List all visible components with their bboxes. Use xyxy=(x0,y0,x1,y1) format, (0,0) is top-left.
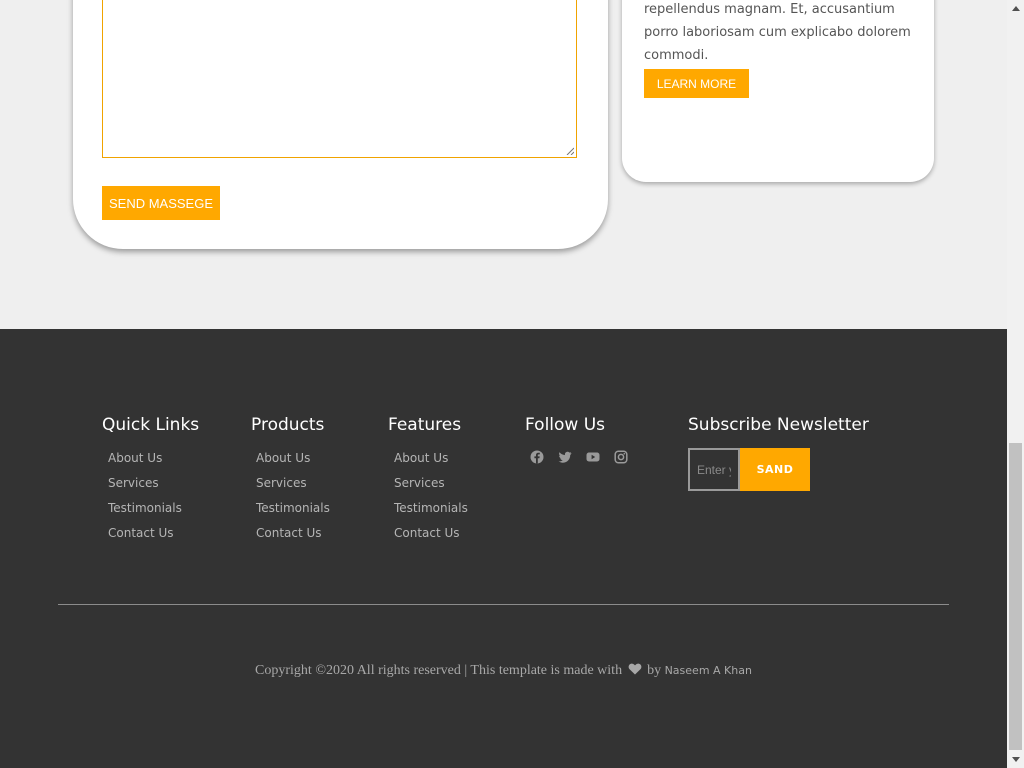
resize-grip-icon[interactable] xyxy=(566,147,574,155)
copyright-by: by xyxy=(647,663,662,678)
products-title: Products xyxy=(251,415,325,435)
quick-link-services[interactable]: Services xyxy=(108,474,182,499)
quick-links-list: About Us Services Testimonials Contact U… xyxy=(108,449,182,549)
products-link-contact[interactable]: Contact Us xyxy=(256,524,330,549)
info-card-text: repellendus magnam. Et, accusantium porr… xyxy=(644,2,911,63)
products-link-testimonials[interactable]: Testimonials xyxy=(256,499,330,524)
contact-form-card: SEND MASSEGE xyxy=(73,0,608,249)
copyright-line: Copyright ©2020 All rights reserved | Th… xyxy=(0,663,1007,679)
features-link-testimonials[interactable]: Testimonials xyxy=(394,499,468,524)
scroll-down-arrow-icon[interactable] xyxy=(1007,751,1024,768)
page: SEND MASSEGE repellendus magnam. Et, acc… xyxy=(0,0,1007,768)
social-links xyxy=(530,450,628,464)
facebook-icon[interactable] xyxy=(530,450,544,464)
scrollbar-thumb[interactable] xyxy=(1009,443,1022,750)
newsletter-submit-button[interactable]: SAND xyxy=(740,448,810,491)
quick-link-about[interactable]: About Us xyxy=(108,449,182,474)
footer: Quick Links About Us Services Testimonia… xyxy=(0,329,1007,768)
features-link-about[interactable]: About Us xyxy=(394,449,468,474)
author-link[interactable]: Naseem A Khan xyxy=(665,664,752,677)
info-card: repellendus magnam. Et, accusantium porr… xyxy=(622,0,934,182)
products-link-about[interactable]: About Us xyxy=(256,449,330,474)
newsletter-title: Subscribe Newsletter xyxy=(688,415,869,435)
products-list: About Us Services Testimonials Contact U… xyxy=(256,449,330,549)
twitter-icon[interactable] xyxy=(558,450,572,464)
heart-icon xyxy=(628,663,641,675)
features-link-services[interactable]: Services xyxy=(394,474,468,499)
features-title: Features xyxy=(388,415,462,435)
send-message-button[interactable]: SEND MASSEGE xyxy=(102,186,220,220)
instagram-icon[interactable] xyxy=(614,450,628,464)
learn-more-button[interactable]: LEARN MORE xyxy=(644,69,749,98)
quick-link-contact[interactable]: Contact Us xyxy=(108,524,182,549)
features-link-contact[interactable]: Contact Us xyxy=(394,524,468,549)
message-textarea[interactable] xyxy=(102,0,577,158)
follow-us-title: Follow Us xyxy=(525,415,606,435)
scroll-up-arrow-icon[interactable] xyxy=(1007,0,1024,17)
quick-link-testimonials[interactable]: Testimonials xyxy=(108,499,182,524)
vertical-scrollbar[interactable] xyxy=(1007,0,1024,768)
youtube-icon[interactable] xyxy=(586,450,600,464)
features-list: About Us Services Testimonials Contact U… xyxy=(394,449,468,549)
copyright-text: Copyright ©2020 All rights reserved | Th… xyxy=(255,663,623,678)
newsletter-email-input[interactable] xyxy=(688,448,740,491)
footer-divider xyxy=(58,604,949,605)
quick-links-title: Quick Links xyxy=(102,415,200,435)
products-link-services[interactable]: Services xyxy=(256,474,330,499)
